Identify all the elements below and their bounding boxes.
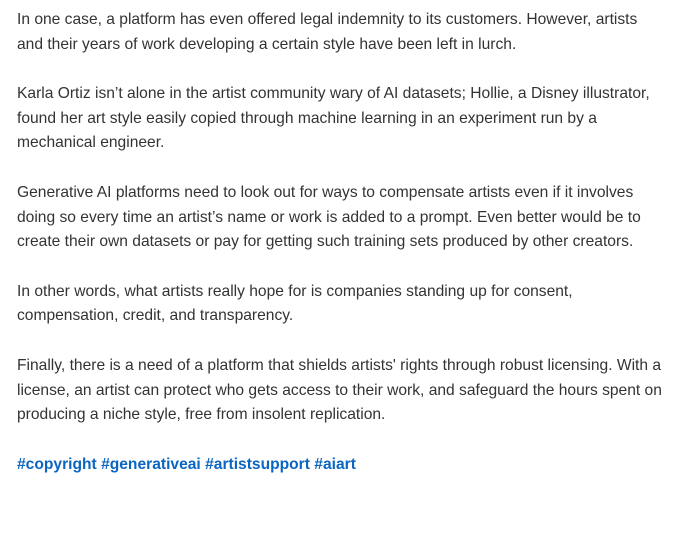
post-paragraph-5: Finally, there is a need of a platform t… bbox=[17, 356, 662, 424]
hashtag-copyright[interactable]: #copyright bbox=[17, 456, 97, 473]
hashtag-list: #copyright #generativeai #artistsupport … bbox=[17, 453, 666, 478]
hashtag-aiart[interactable]: #aiart bbox=[314, 456, 356, 473]
post-paragraph-3: Generative AI platforms need to look out… bbox=[17, 183, 641, 251]
post-paragraph-4: In other words, what artists really hope… bbox=[17, 282, 573, 325]
hashtag-generativeai[interactable]: #generativeai bbox=[101, 456, 201, 473]
post-body: In one case, a platform has even offered… bbox=[0, 0, 686, 540]
hashtag-artistsupport[interactable]: #artistsupport bbox=[205, 456, 310, 473]
post-paragraph-1: In one case, a platform has even offered… bbox=[17, 11, 638, 53]
post-paragraph-2: Karla Ortiz isn’t alone in the artist co… bbox=[17, 85, 650, 152]
